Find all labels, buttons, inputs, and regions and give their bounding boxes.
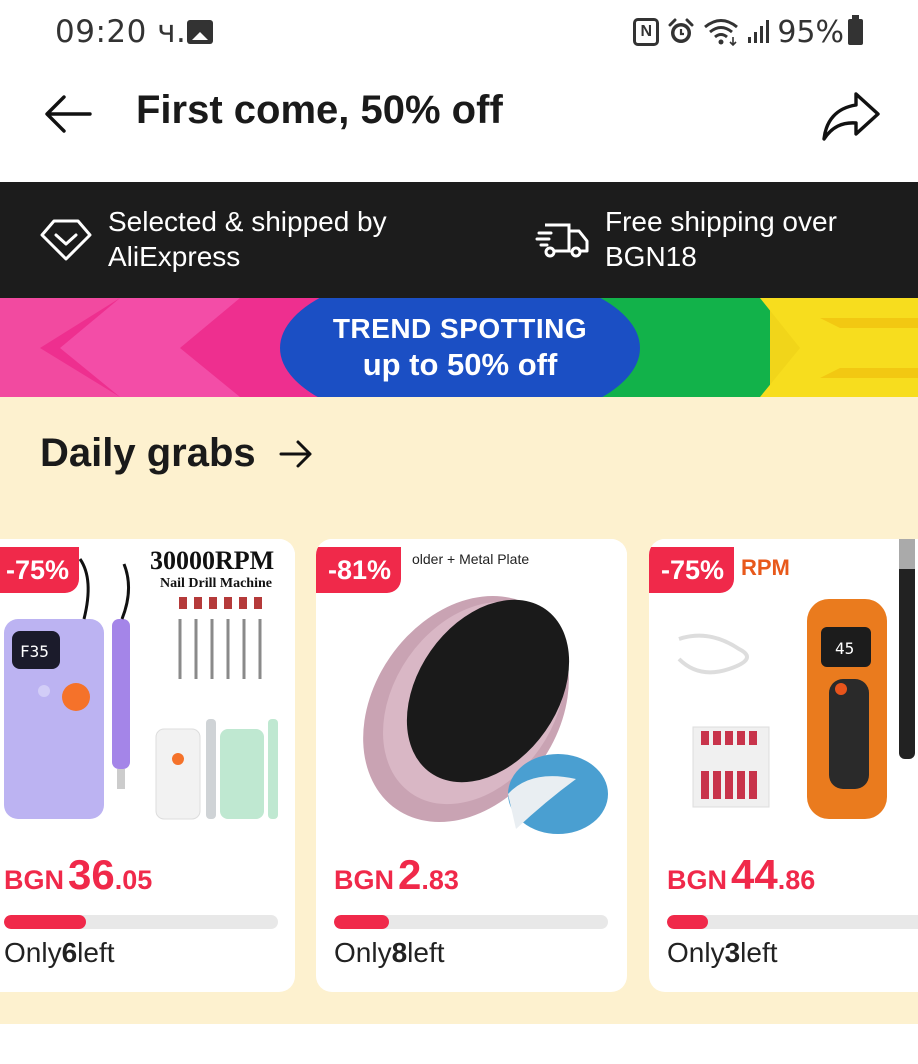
stock-progress-bar bbox=[667, 915, 918, 929]
image-caption: Nail Drill Machine bbox=[160, 576, 272, 591]
wifi-icon bbox=[704, 19, 739, 47]
selected-shipped-text: Selected & shipped by AliExpress bbox=[108, 206, 387, 272]
price-decimal: .05 bbox=[114, 865, 153, 895]
stock-remaining: Only3left bbox=[667, 937, 778, 969]
product-price: BGN 44 .86 bbox=[667, 851, 815, 899]
stock-progress-fill bbox=[334, 915, 389, 929]
stock-remaining: Only6left bbox=[4, 937, 115, 969]
product-image[interactable]: older + Metal Plate -81% bbox=[316, 539, 627, 839]
price-integer: 36 bbox=[68, 851, 115, 898]
product-card[interactable]: older + Metal Plate -81% BGN 2 .83 Only8… bbox=[316, 539, 627, 992]
bottom-area bbox=[0, 1024, 918, 1064]
back-arrow-icon[interactable] bbox=[38, 84, 98, 144]
stock-prefix: Only bbox=[667, 937, 725, 968]
image-caption: 30000RPM bbox=[150, 546, 274, 575]
stock-suffix: left bbox=[740, 937, 778, 968]
price-currency: BGN bbox=[334, 865, 394, 895]
stock-suffix: left bbox=[407, 937, 445, 968]
product-image[interactable]: 30000RPM Nail Drill Machine F35 -75% bbox=[0, 539, 295, 839]
banner-text-block: TREND SPOTTING up to 50% off bbox=[285, 298, 635, 397]
stock-prefix: Only bbox=[334, 937, 392, 968]
product-image[interactable]: RPM 45 -75% bbox=[649, 539, 918, 839]
banner-headline: TREND SPOTTING bbox=[332, 312, 588, 344]
stock-progress-bar bbox=[4, 915, 278, 929]
battery-icon bbox=[848, 15, 863, 45]
price-decimal: .83 bbox=[421, 865, 459, 895]
share-icon[interactable] bbox=[818, 84, 882, 144]
status-time: 09:20 ч. bbox=[55, 14, 187, 50]
signal-icon bbox=[748, 20, 770, 43]
stock-count: 6 bbox=[61, 937, 78, 968]
banner-subline: up to 50% off bbox=[362, 346, 558, 382]
daily-grabs-section: Daily grabs 30000RPM Nail Drill Machine … bbox=[0, 397, 918, 1024]
price-currency: BGN bbox=[667, 865, 727, 895]
app-header: First come, 50% off bbox=[0, 64, 918, 182]
image-caption: RPM bbox=[741, 555, 790, 580]
stock-suffix: left bbox=[77, 937, 115, 968]
battery-percent: 95% bbox=[777, 14, 844, 50]
price-integer: 44 bbox=[731, 851, 778, 898]
stock-progress-bar bbox=[334, 915, 608, 929]
alarm-icon bbox=[668, 18, 694, 43]
page-title: First come, 50% off bbox=[136, 88, 503, 132]
image-screen: 45 bbox=[835, 639, 854, 658]
stock-progress-fill bbox=[4, 915, 87, 929]
diamond-check-icon bbox=[40, 219, 92, 261]
discount-badge: -75% bbox=[649, 547, 735, 593]
nfc-icon: N bbox=[633, 18, 660, 46]
delivery-truck-icon bbox=[535, 223, 589, 258]
image-caption: older + Metal Plate bbox=[412, 551, 529, 567]
stock-prefix: Only bbox=[4, 937, 62, 968]
shipping-info-bar: Selected & shipped by AliExpress Free sh… bbox=[0, 182, 918, 298]
discount-badge: -81% bbox=[316, 547, 402, 593]
stock-progress-fill bbox=[667, 915, 709, 929]
daily-grabs-header[interactable]: Daily grabs bbox=[40, 431, 316, 476]
discount-badge: -75% bbox=[0, 547, 80, 593]
product-card[interactable]: 30000RPM Nail Drill Machine F35 -75% BGN… bbox=[0, 539, 295, 992]
selected-shipped-badge: Selected & shipped by AliExpress bbox=[38, 204, 418, 274]
stock-remaining: Only8left bbox=[334, 937, 445, 969]
daily-grabs-title: Daily grabs bbox=[40, 431, 256, 475]
price-currency: BGN bbox=[4, 865, 64, 895]
arrow-right-icon[interactable] bbox=[276, 434, 316, 474]
status-icons: N 95% bbox=[633, 14, 863, 50]
promo-banner[interactable]: TREND SPOTTING up to 50% off bbox=[0, 298, 918, 397]
product-price: BGN 2 .83 bbox=[334, 851, 459, 899]
free-shipping-badge: Free shipping over BGN18 bbox=[535, 204, 865, 274]
gallery-notification-icon bbox=[187, 20, 213, 44]
status-bar: 09:20 ч. N 95% bbox=[0, 0, 918, 64]
stock-count: 3 bbox=[724, 937, 741, 968]
product-card[interactable]: RPM 45 -75% BGN 44 .86 Only3left bbox=[649, 539, 918, 992]
image-screen: F35 bbox=[20, 642, 49, 661]
free-shipping-text: Free shipping over BGN18 bbox=[605, 206, 837, 272]
price-decimal: .86 bbox=[777, 865, 816, 895]
stock-count: 8 bbox=[391, 937, 408, 968]
price-integer: 2 bbox=[398, 851, 422, 898]
product-price: BGN 36 .05 bbox=[4, 851, 152, 899]
